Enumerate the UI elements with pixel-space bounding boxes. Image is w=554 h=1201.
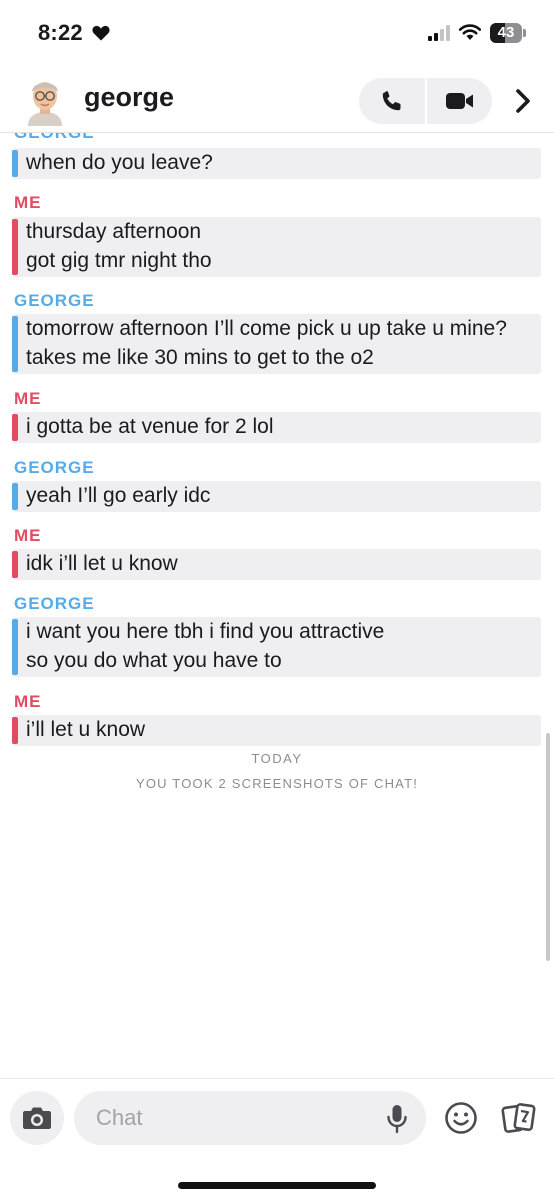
sender-bar: [12, 219, 18, 275]
camera-button[interactable]: [10, 1091, 64, 1145]
message-bubble[interactable]: when do you leave?: [12, 148, 541, 179]
emoji-button[interactable]: [444, 1101, 478, 1135]
sender-label-george: GEORGE: [14, 594, 95, 613]
call-controls: [359, 78, 492, 124]
battery-icon: 43: [490, 23, 528, 43]
mic-icon: [387, 1105, 407, 1134]
sender-bar: [12, 414, 18, 441]
message-bubble[interactable]: thursday afternoon got gig tmr night tho: [12, 217, 541, 277]
status-time: 8:22: [38, 20, 83, 45]
cards-button[interactable]: [500, 1099, 538, 1137]
chevron-right-icon: [516, 89, 530, 113]
video-call-button[interactable]: [427, 78, 492, 124]
signal-icon: [428, 25, 450, 41]
message-text: takes me like 30 mins to get to the o2: [26, 346, 374, 369]
message-list[interactable]: GEORGE when do you leave? ME thursday af…: [0, 133, 554, 1078]
message-text: when do you leave?: [26, 151, 213, 174]
video-icon: [445, 93, 473, 109]
sender-label-me: ME: [14, 193, 42, 212]
message-text: i’ll let u know: [26, 718, 146, 741]
wifi-icon: [458, 24, 482, 40]
cards-icon: [501, 1103, 536, 1133]
avatar[interactable]: [24, 76, 66, 126]
chat-info-button[interactable]: [508, 84, 538, 118]
contact-name[interactable]: george: [84, 82, 174, 113]
message-bubble[interactable]: i’ll let u know: [12, 715, 541, 746]
sender-label-me: ME: [14, 526, 42, 545]
screenshot-notice: YOU TOOK 2 SCREENSHOTS OF CHAT!: [135, 776, 419, 791]
chat-input[interactable]: [74, 1091, 426, 1145]
message-text: thursday afternoon: [26, 220, 202, 243]
battery-level: 43: [497, 24, 515, 41]
sender-label-george: GEORGE: [14, 458, 95, 477]
heart-icon: [92, 25, 110, 41]
message-text: idk i’ll let u know: [26, 552, 178, 575]
message-text: so you do what you have to: [26, 649, 282, 672]
chat-header: george: [0, 70, 554, 133]
sender-label-george: GEORGE: [14, 133, 95, 143]
emoji-icon: [445, 1102, 477, 1134]
sender-label-me: ME: [14, 389, 42, 408]
sender-bar: [12, 717, 18, 744]
sender-label-george: GEORGE: [14, 291, 95, 310]
voice-call-button[interactable]: [359, 78, 425, 124]
phone-icon: [382, 91, 401, 111]
scrollbar[interactable]: [546, 733, 550, 961]
message-bubble[interactable]: idk i’ll let u know: [12, 549, 541, 580]
message-bubble[interactable]: i gotta be at venue for 2 lol: [12, 412, 541, 443]
message-text: i want you here tbh i find you attractiv…: [26, 620, 385, 643]
sender-bar: [12, 316, 18, 372]
voice-note-button[interactable]: [384, 1103, 410, 1135]
sender-bar: [12, 483, 18, 510]
sender-bar: [12, 551, 18, 578]
sender-bar: [12, 619, 18, 675]
message-bubble[interactable]: yeah I’ll go early idc: [12, 481, 541, 512]
message-text: tomorrow afternoon I’ll come pick u up t…: [26, 317, 507, 340]
camera-icon: [23, 1107, 51, 1129]
sender-label-me: ME: [14, 692, 42, 711]
message-text: got gig tmr night tho: [26, 249, 212, 272]
home-indicator[interactable]: [178, 1182, 376, 1189]
sender-bar: [12, 150, 18, 177]
composer-bar: [0, 1078, 554, 1201]
message-bubble[interactable]: tomorrow afternoon I’ll come pick u up t…: [12, 314, 541, 374]
status-bar: 8:22 43: [0, 0, 554, 70]
message-text: i gotta be at venue for 2 lol: [26, 415, 274, 438]
message-text: yeah I’ll go early idc: [26, 484, 211, 507]
day-separator: TODAY: [251, 751, 303, 766]
message-bubble[interactable]: i want you here tbh i find you attractiv…: [12, 617, 541, 677]
